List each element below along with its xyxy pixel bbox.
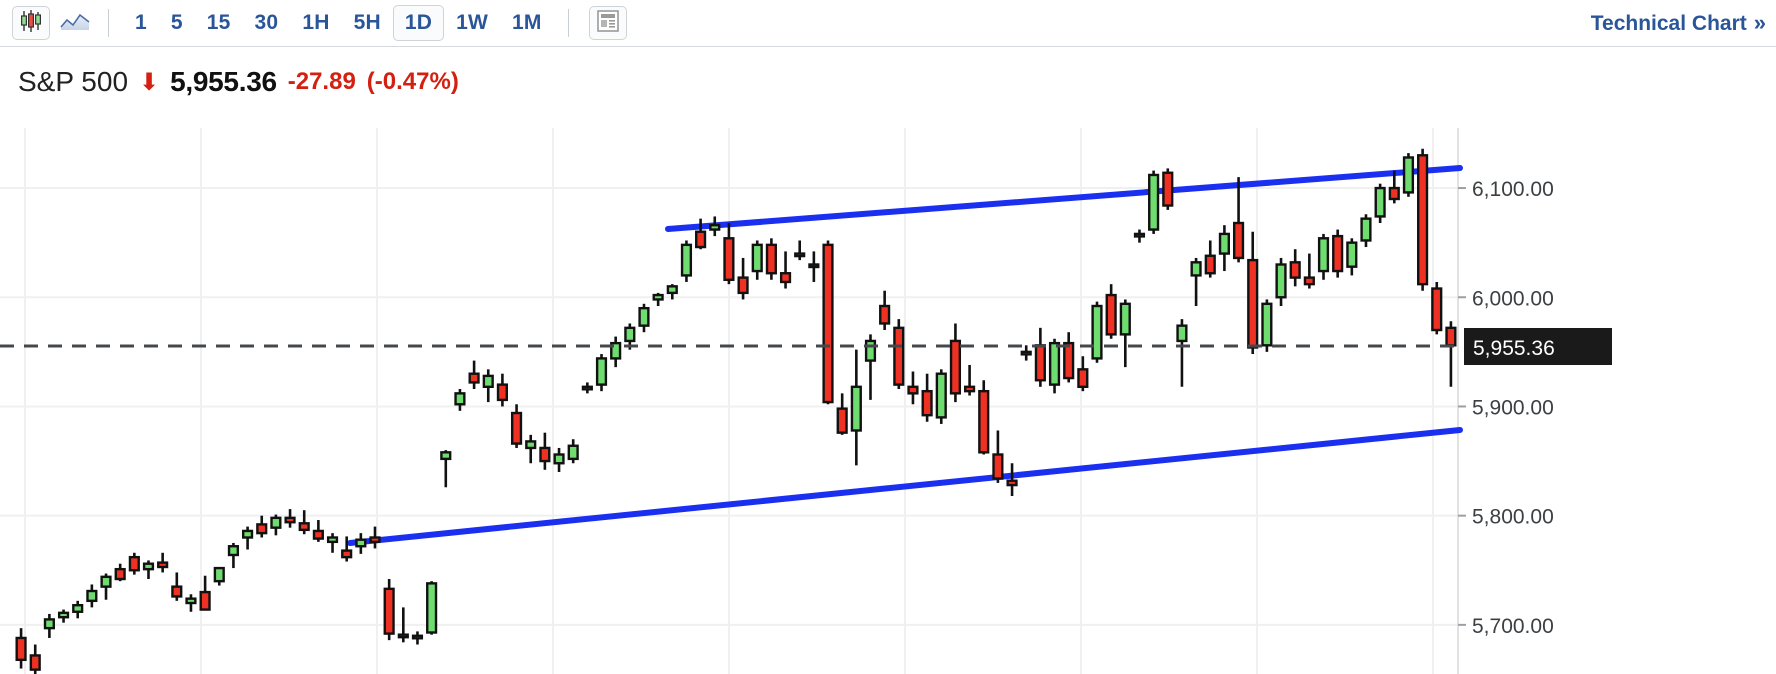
timeframe-button-15[interactable]: 15: [195, 5, 243, 41]
timeframe-button-1w[interactable]: 1W: [444, 5, 500, 41]
candlestick-chart-icon: [19, 9, 43, 38]
down-arrow-icon: ⬇: [139, 69, 160, 96]
quote-symbol: S&P 500: [18, 66, 129, 97]
technical-chart-link[interactable]: Technical Chart »: [1591, 10, 1770, 36]
toolbar-divider-1: [108, 9, 109, 37]
area-chart-button[interactable]: [56, 6, 94, 40]
timeframe-button-1d[interactable]: 1D: [392, 5, 445, 41]
technical-chart-label: Technical Chart: [1590, 12, 1747, 35]
quote-change-percent: (-0.47%): [366, 68, 459, 95]
quote-last-price: 5,955.36: [170, 66, 277, 97]
quote-change: -27.89: [287, 68, 356, 95]
double-chevron-right-icon: »: [1753, 10, 1766, 35]
layout-panel-button[interactable]: [588, 6, 627, 40]
chart-price-axis: 6,100.00 6,000.00 5,900.00 5,800.00 5,700.00: [1458, 178, 1554, 638]
chart-candles: [15, 148, 1457, 674]
toolbar-divider-2: [567, 9, 569, 37]
timeframe-button-1h[interactable]: 1H: [290, 5, 341, 41]
svg-text:5,955.36: 5,955.36: [1473, 337, 1555, 360]
timeframe-button-1m[interactable]: 1M: [500, 5, 554, 41]
svg-text:6,100.00: 6,100.00: [1472, 178, 1554, 201]
candlestick-chart-button[interactable]: [12, 6, 50, 40]
timeframe-button-5h[interactable]: 5H: [342, 5, 393, 41]
quote-header: S&P 500 ⬇ 5,955.36 -27.89 (-0.47%): [18, 66, 459, 98]
svg-text:5,900.00: 5,900.00: [1472, 396, 1554, 419]
timeframe-button-5[interactable]: 5: [159, 5, 195, 41]
svg-text:5,800.00: 5,800.00: [1472, 506, 1554, 529]
layout-panel-icon: [596, 9, 620, 38]
timeframe-button-1[interactable]: 1: [123, 5, 159, 41]
area-chart-icon: [60, 10, 90, 37]
svg-text:6,000.00: 6,000.00: [1472, 287, 1554, 310]
chart-toolbar: 1 5 15 30 1H 5H 1D 1W 1M Technical Chart…: [0, 0, 1776, 47]
svg-text:5,700.00: 5,700.00: [1472, 615, 1554, 638]
price-chart[interactable]: 6,100.00 6,000.00 5,900.00 5,800.00 5,700.00…: [0, 128, 1776, 674]
last-price-badge: 5,955.36: [1464, 328, 1612, 366]
timeframe-button-30[interactable]: 30: [243, 5, 291, 41]
candlestick-chart-canvas[interactable]: 6,100.00 6,000.00 5,900.00 5,800.00 5,700.00…: [0, 128, 1776, 674]
